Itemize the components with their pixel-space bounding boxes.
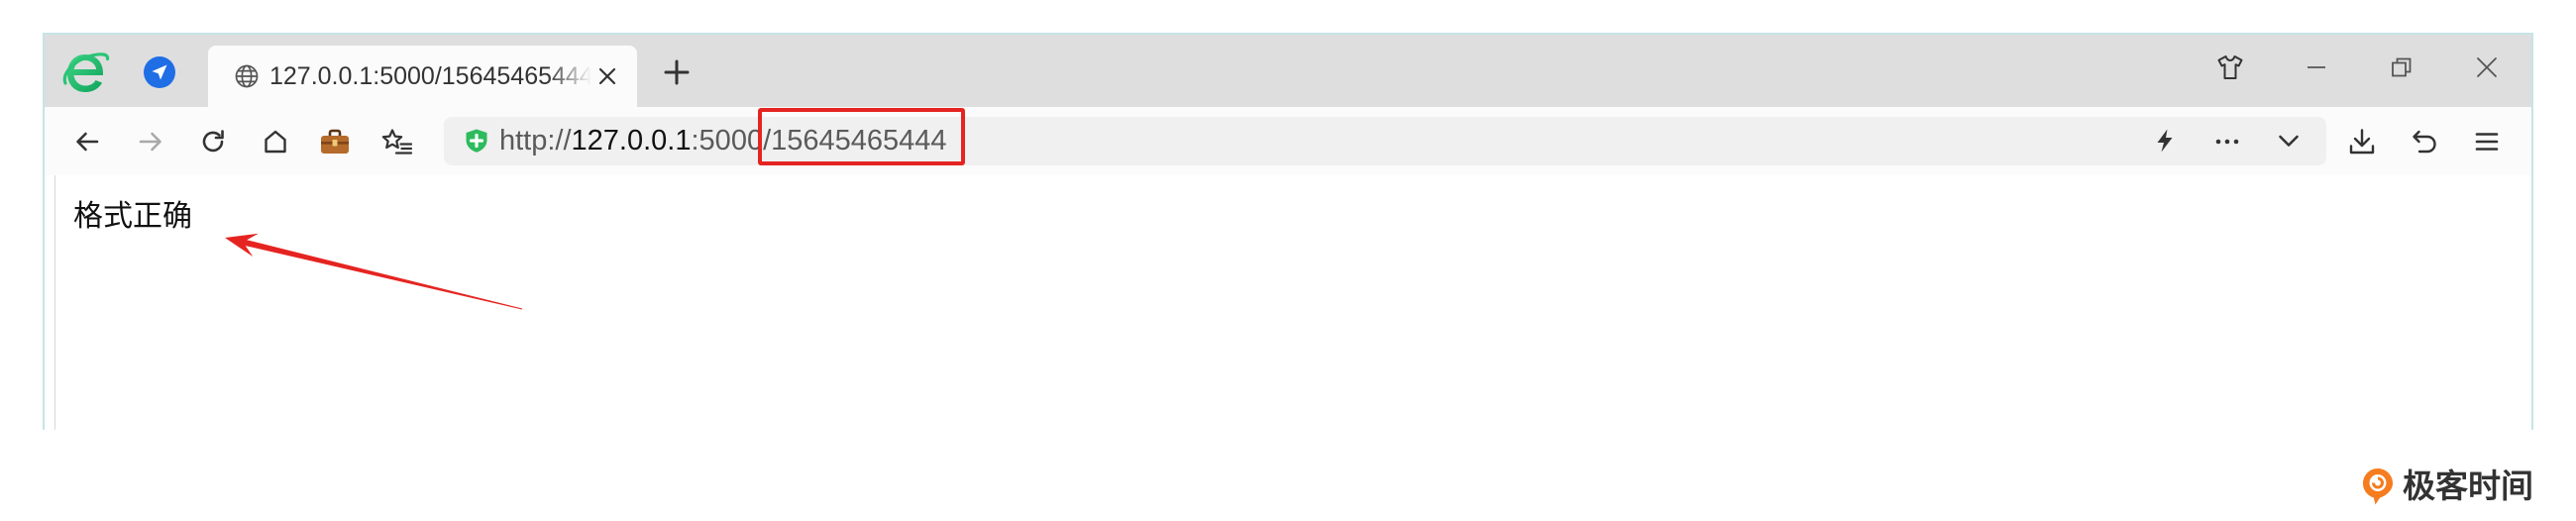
geektime-logo-icon — [2361, 467, 2395, 506]
browser-e-logo-icon[interactable] — [60, 48, 110, 97]
url-text[interactable]: http://127.0.0.1:5000/15645465444 — [499, 108, 965, 165]
shirt-icon[interactable] — [2215, 52, 2245, 82]
tab-strip: 127.0.0.1:5000/15645465444 — [45, 35, 2531, 107]
globe-icon — [234, 63, 260, 89]
forward-arrow-icon[interactable] — [136, 127, 165, 156]
more-dots-icon[interactable] — [2212, 127, 2242, 156]
address-bar[interactable]: http://127.0.0.1:5000/15645465444 — [444, 108, 2326, 165]
navigation-arrow-icon[interactable] — [143, 55, 176, 89]
watermark-text: 极客时间 — [2403, 468, 2533, 504]
close-tab-icon[interactable] — [596, 65, 618, 87]
favorites-star-icon[interactable] — [381, 127, 413, 156]
briefcase-icon[interactable] — [319, 127, 351, 156]
restore-icon[interactable] — [2389, 54, 2415, 80]
menu-icon[interactable] — [2472, 127, 2502, 156]
watermark: 极客时间 — [2361, 467, 2533, 506]
lightning-icon[interactable] — [2152, 128, 2178, 154]
reload-icon[interactable] — [198, 127, 228, 156]
url-port: :5000 — [691, 125, 764, 156]
undo-icon[interactable] — [2410, 127, 2439, 156]
minimize-icon[interactable] — [2304, 54, 2329, 80]
browser-window: 127.0.0.1:5000/15645465444 http:// 127.0… — [43, 33, 2533, 430]
tab-active[interactable]: 127.0.0.1:5000/15645465444 — [208, 46, 637, 107]
download-icon[interactable] — [2347, 127, 2377, 156]
tab-title: 127.0.0.1:5000/15645465444 — [269, 62, 591, 90]
close-icon[interactable] — [2474, 54, 2500, 80]
home-icon[interactable] — [261, 127, 290, 156]
shield-plus-icon[interactable] — [464, 128, 489, 154]
page-content: 格式正确 — [54, 175, 2531, 430]
back-arrow-icon[interactable] — [72, 127, 102, 156]
url-scheme: http:// — [499, 125, 572, 156]
chevron-down-icon[interactable] — [2276, 128, 2302, 154]
page-message: 格式正确 — [73, 200, 192, 233]
navigation-toolbar: http://127.0.0.1:5000/15645465444 — [45, 107, 2531, 175]
annotation-highlight-box — [758, 108, 965, 165]
url-host: 127.0.0.1 — [571, 125, 692, 156]
url-path-segment: /15645465444 — [758, 108, 965, 165]
plus-icon[interactable] — [662, 57, 692, 87]
